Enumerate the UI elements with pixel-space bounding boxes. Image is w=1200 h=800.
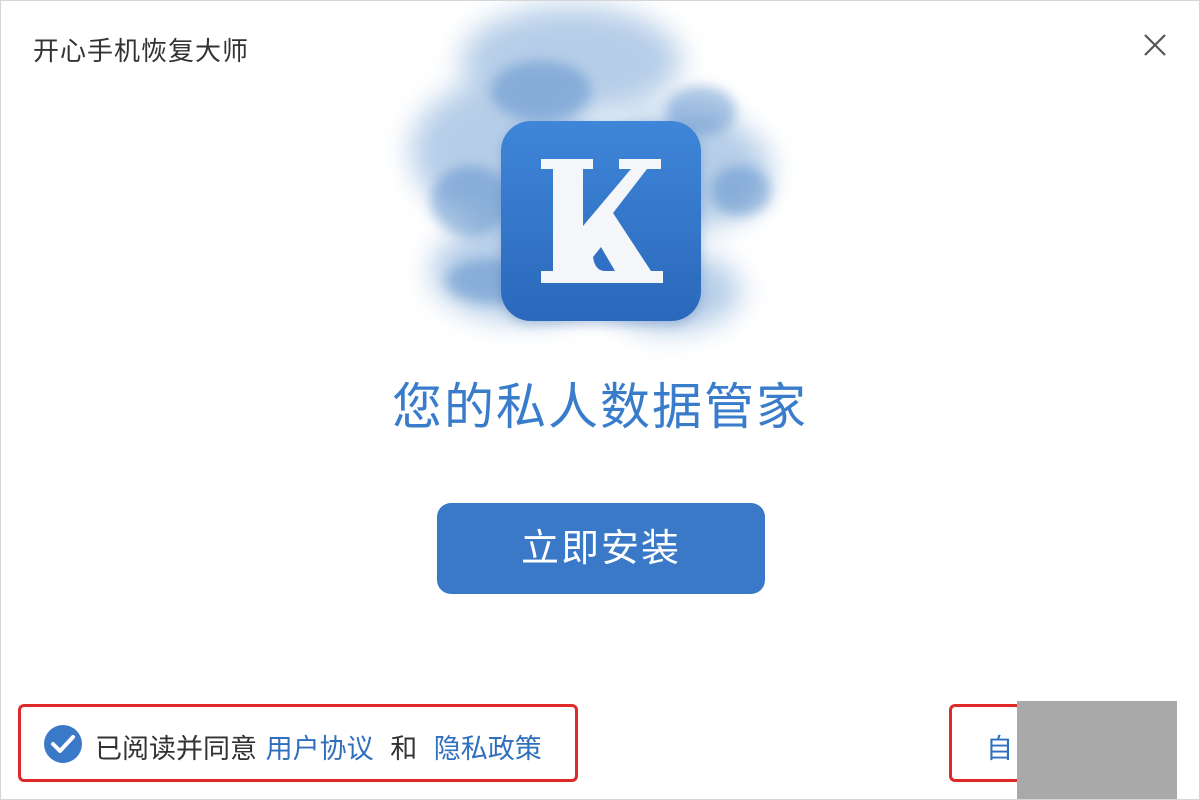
user-agreement-link[interactable]: 用户协议	[266, 734, 374, 765]
agreement-conjunction: 和	[390, 734, 418, 765]
app-logo-icon	[501, 121, 701, 321]
custom-install-link[interactable]: 自	[986, 727, 1013, 766]
agreement-text: 已阅读并同意 用户协议 和 隐私政策	[95, 727, 542, 766]
agreement-prefix: 已阅读并同意	[95, 734, 257, 765]
installer-window: 开心手机恢复大师 您的私人数据管家 立即安装 已阅读并同意 用户协议 和 隐私政…	[0, 0, 1200, 800]
agree-checkbox[interactable]	[43, 724, 83, 764]
privacy-policy-link[interactable]: 隐私政策	[434, 734, 542, 765]
occlusion-patch	[1017, 701, 1177, 799]
k-letter-icon	[541, 159, 663, 283]
agreement-highlight-box: 已阅读并同意 用户协议 和 隐私政策	[18, 704, 578, 782]
close-button[interactable]	[1137, 27, 1173, 63]
window-title: 开心手机恢复大师	[33, 37, 250, 67]
custom-install-highlight-box: 自	[949, 704, 1022, 782]
slogan-text: 您的私人数据管家	[392, 378, 808, 436]
install-now-button[interactable]: 立即安装	[437, 503, 765, 594]
check-circle-icon	[44, 725, 82, 763]
close-icon	[1144, 34, 1166, 56]
